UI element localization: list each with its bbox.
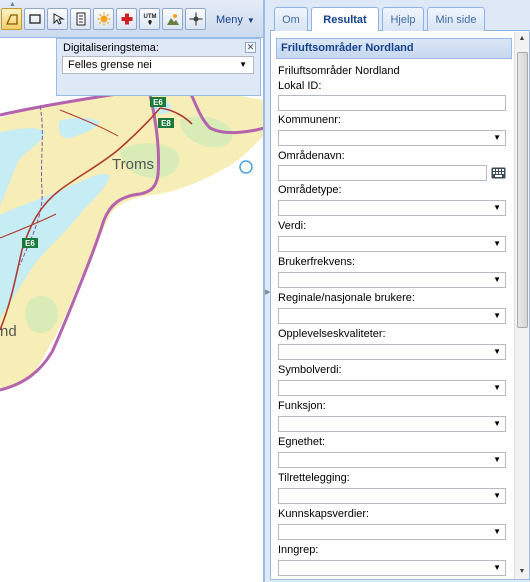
- tab-label: Min side: [435, 13, 477, 26]
- utm-label: UTM: [143, 14, 156, 20]
- tilrettelegging-select[interactable]: ▼: [278, 488, 506, 504]
- terrain-profile-icon: [166, 14, 179, 25]
- chevron-down-icon: ▼: [493, 419, 501, 428]
- utm-coordinate-icon: UTM: [143, 14, 156, 25]
- field-label-nasjonale-brukere: Reginale/nasjonale brukere:: [278, 292, 415, 304]
- map-label-troms: Troms: [112, 156, 154, 173]
- chevron-down-icon: ▼: [239, 60, 247, 69]
- chevron-down-icon: ▼: [493, 563, 501, 572]
- menu-button[interactable]: Meny ▼: [212, 10, 259, 30]
- add-point-button[interactable]: [116, 8, 137, 30]
- digitalization-selected-value: Felles grense nei: [68, 59, 152, 71]
- opplevelseskvaliteter-select[interactable]: ▼: [278, 344, 506, 360]
- red-cross-icon: [121, 13, 132, 25]
- egnethet-select[interactable]: ▼: [278, 452, 506, 468]
- chevron-down-icon: ▼: [493, 527, 501, 536]
- tab-om[interactable]: Om: [274, 7, 308, 31]
- field-label-kunnskapsverdier: Kunnskapsverdier:: [278, 508, 370, 520]
- document-tool-button[interactable]: [70, 8, 91, 30]
- gps-satellite-icon: [189, 12, 202, 26]
- chevron-down-icon: ▼: [493, 491, 501, 500]
- chevron-down-icon: ▼: [246, 15, 255, 25]
- svg-text:E6: E6: [153, 98, 163, 107]
- edit-area-icon: [5, 14, 18, 25]
- chevron-down-icon: ▼: [493, 239, 501, 248]
- document-icon: [76, 12, 85, 26]
- tab-label: Resultat: [323, 14, 367, 26]
- select-tool-button[interactable]: [47, 8, 68, 30]
- field-label-lokal-id: Lokal ID:: [278, 80, 322, 92]
- form-subtitle: Friluftsområder Nordland: [278, 65, 400, 77]
- field-label-kommunenr: Kommunenr:: [278, 114, 341, 126]
- road-shield-e6-top: E6: [150, 97, 166, 107]
- chevron-down-icon: ▼: [493, 275, 501, 284]
- field-label-verdi: Verdi:: [278, 220, 307, 232]
- tab-min-side[interactable]: Min side: [427, 7, 485, 31]
- chevron-down-icon: ▼: [493, 455, 501, 464]
- scroll-down-icon[interactable]: ▼: [515, 565, 529, 579]
- brukerfrekvens-select[interactable]: ▼: [278, 272, 506, 288]
- field-label-egnethet: Egnethet:: [278, 436, 326, 448]
- kunnskapsverdier-select[interactable]: ▼: [278, 524, 506, 540]
- tab-strip: Om Resultat Hjelp Min side: [270, 0, 530, 32]
- chevron-down-icon: ▼: [493, 383, 501, 392]
- inngrep-select[interactable]: ▼: [278, 560, 506, 576]
- road-shield-e8: E8: [158, 118, 174, 128]
- keyboard-icon[interactable]: [491, 167, 506, 179]
- field-label-brukerfrekvens: Brukerfrekvens:: [278, 256, 356, 268]
- utm-coordinate-button[interactable]: UTM: [139, 8, 160, 30]
- toolbar-grip-icon: ▲: [9, 1, 16, 8]
- result-content: Friluftsområder Nordland Friluftsområder…: [270, 31, 530, 580]
- chevron-down-icon: ▼: [493, 311, 501, 320]
- digitalization-theme-select[interactable]: Felles grense nei ▼: [62, 56, 254, 74]
- location-marker-icon: [239, 160, 253, 174]
- funksjon-select[interactable]: ▼: [278, 416, 506, 432]
- field-label-inngrep: Inngrep:: [278, 544, 319, 556]
- map-label-nordland-partial: nd: [0, 323, 17, 340]
- scrollbar-thumb[interactable]: [517, 52, 528, 328]
- side-panel: Om Resultat Hjelp Min side Friluftsområd…: [270, 0, 530, 582]
- nasjonale-brukere-select[interactable]: ▼: [278, 308, 506, 324]
- edit-area-button[interactable]: [1, 8, 22, 30]
- svg-text:E8: E8: [161, 119, 171, 128]
- tab-hjelp[interactable]: Hjelp: [382, 7, 424, 31]
- field-label-omradetype: Områdetype:: [278, 184, 342, 196]
- form-scrollbar[interactable]: ▲ ▼: [514, 32, 529, 579]
- tab-label: Om: [282, 13, 300, 26]
- field-label-funksjon: Funksjon:: [278, 400, 326, 412]
- svg-text:E6: E6: [25, 239, 35, 248]
- terrain-profile-button[interactable]: [162, 8, 183, 30]
- form-header: Friluftsområder Nordland: [276, 38, 512, 59]
- field-label-omradenavn: Områdenavn:: [278, 150, 345, 162]
- tab-resultat[interactable]: Resultat: [311, 7, 379, 32]
- symbolverdi-select[interactable]: ▼: [278, 380, 506, 396]
- rectangle-icon: [28, 14, 41, 24]
- chevron-down-icon: ▼: [493, 203, 501, 212]
- field-label-tilrettelegging: Tilrettelegging:: [278, 472, 350, 484]
- field-label-symbolverdi: Symbolverdi:: [278, 364, 342, 376]
- highlight-tool-button[interactable]: [93, 8, 114, 30]
- verdi-select[interactable]: ▼: [278, 236, 506, 252]
- chevron-down-icon: ▼: [493, 133, 501, 142]
- lokal-id-input[interactable]: [278, 95, 506, 111]
- omradenavn-input[interactable]: [278, 165, 487, 181]
- gps-button[interactable]: [185, 8, 206, 30]
- kommunenr-select[interactable]: ▼: [278, 130, 506, 146]
- chevron-down-icon: ▼: [493, 347, 501, 356]
- road-shield-e6-bottom: E6: [22, 238, 38, 248]
- tab-label: Hjelp: [390, 13, 416, 26]
- close-icon[interactable]: ✕: [245, 42, 256, 53]
- scroll-up-icon[interactable]: ▲: [515, 32, 529, 46]
- pointer-hand-icon: [53, 13, 65, 25]
- map-pane[interactable]: E6 E8 E6 Troms nd ▲ UTM Meny ▼ Digitalis…: [0, 0, 264, 582]
- menu-label: Meny: [216, 14, 243, 26]
- digitalization-title: Digitaliseringstema:: [63, 42, 159, 54]
- map-toolbar: ▲ UTM Meny ▼: [0, 0, 263, 38]
- digitalization-panel: Digitaliseringstema: ✕ Felles grense nei…: [56, 38, 261, 96]
- field-label-opplevelseskvaliteter: Opplevelseskvaliteter:: [278, 328, 386, 340]
- rectangle-tool-button[interactable]: [24, 8, 45, 30]
- omradetype-select[interactable]: ▼: [278, 200, 506, 216]
- sun-icon: [97, 12, 110, 26]
